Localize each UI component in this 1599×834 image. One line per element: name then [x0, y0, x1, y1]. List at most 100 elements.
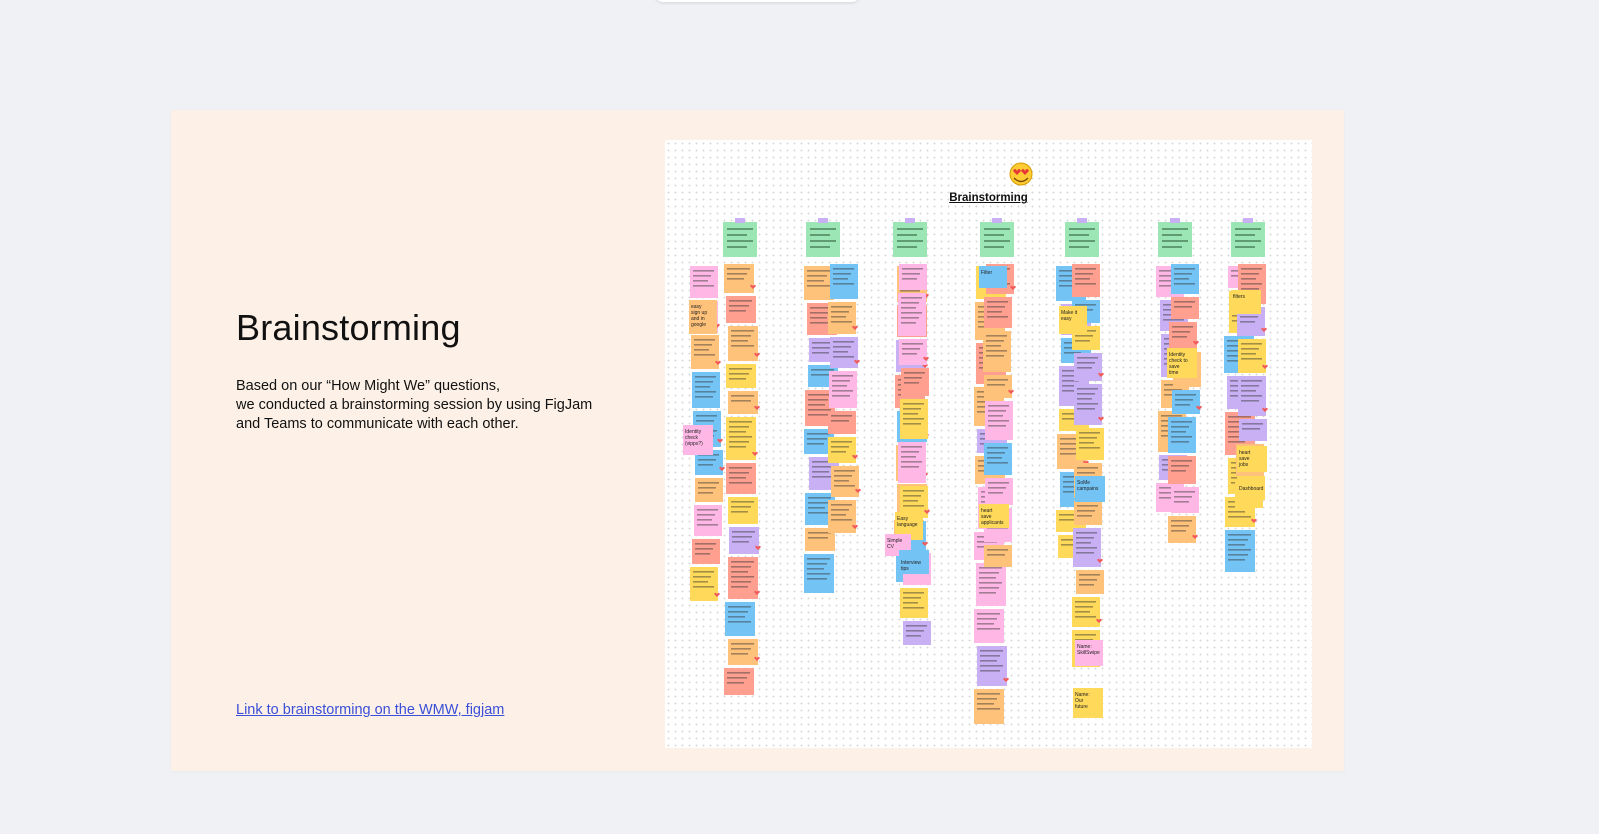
- sticky-text-line: [1241, 283, 1262, 285]
- sticky-note: [1074, 501, 1102, 525]
- sticky-text-line: [977, 698, 997, 700]
- sticky-text-line: [1241, 395, 1262, 397]
- sticky-text-line: [833, 278, 848, 280]
- sticky-text-line: [1228, 534, 1251, 536]
- sticky-text-line: [729, 431, 746, 433]
- sticky-text-line: [901, 312, 922, 314]
- sticky-text-line: [901, 456, 916, 458]
- question-tag: [1243, 218, 1253, 223]
- sticky-text-line: [1175, 404, 1190, 406]
- sticky-note: [1225, 530, 1255, 572]
- sticky-text-line: [808, 404, 825, 406]
- sticky-note-text: applicants: [981, 520, 1004, 526]
- sticky-text-line: [1171, 465, 1189, 467]
- figjam-link[interactable]: Link to brainstorming on the WMW, figjam: [236, 702, 504, 718]
- sticky-text-line: [807, 563, 827, 565]
- sticky-text-line: [901, 466, 919, 468]
- sticky-text-line: [831, 306, 852, 308]
- sticky-text-line: [906, 635, 921, 637]
- sticky-text-line: [903, 408, 921, 410]
- sticky-text-line: [988, 425, 1006, 427]
- sticky-text-line: [695, 381, 713, 383]
- sticky-text-line: [695, 386, 710, 388]
- sticky-text-line: [811, 369, 834, 371]
- sticky-text-line: [729, 373, 749, 375]
- sticky-text-line: [1171, 525, 1189, 527]
- sticky-text-line: [988, 415, 1003, 417]
- sticky-text-line: [832, 385, 847, 387]
- sticky-text-line: [1171, 421, 1192, 423]
- sticky-text-line: [900, 290, 920, 292]
- sticky-text-line: [977, 693, 1000, 695]
- sticky-note: [899, 264, 927, 290]
- sticky-text-line: [1228, 544, 1245, 546]
- sticky-text-line: [807, 573, 830, 575]
- description-line-2: we conducted a brainstorming session by …: [236, 397, 593, 413]
- sticky-text-line: [693, 571, 714, 573]
- sticky-text-line: [988, 492, 1003, 494]
- sticky-text-line: [1060, 448, 1077, 450]
- sticky-text-line: [1077, 472, 1095, 474]
- sticky-text-line: [1171, 436, 1192, 438]
- sticky-text-line: [903, 597, 921, 599]
- question-tag: [818, 218, 828, 223]
- sticky-text-line: [812, 352, 829, 354]
- sticky-text-line: [987, 447, 1008, 449]
- sticky-note: [898, 293, 926, 336]
- sticky-text-line: [698, 482, 719, 484]
- sticky-text-line: [728, 606, 751, 608]
- sticky-text-line: [731, 653, 748, 655]
- sticky-text-line: [727, 682, 744, 684]
- sticky-text-line: [1079, 579, 1097, 581]
- sticky-text-line: [1079, 574, 1100, 576]
- sticky-text-line: [987, 384, 1005, 386]
- sticky-text-line: [732, 536, 752, 538]
- sticky-note-text: time: [1169, 370, 1179, 376]
- sticky-note-text: Filter: [981, 270, 992, 276]
- sticky-text-line: [808, 532, 831, 534]
- sticky-text-line: [731, 340, 748, 342]
- question-text-line: [1069, 240, 1095, 242]
- sticky-text-line: [808, 394, 831, 396]
- sticky-text-line: [977, 613, 1000, 615]
- sticky-text-line: [1077, 388, 1098, 390]
- sticky-text-line: [727, 268, 750, 270]
- sticky-text-line: [986, 335, 1007, 337]
- sticky-text-line: [731, 395, 754, 397]
- sticky-text-line: [988, 405, 1009, 407]
- sticky-text-line: [728, 611, 748, 613]
- sticky-note-text: google: [691, 322, 706, 328]
- sticky-text-line: [831, 420, 849, 422]
- sticky-text-line: [906, 630, 924, 632]
- sticky-text-line: [1174, 501, 1189, 503]
- question-text-line: [984, 234, 1004, 236]
- sticky-text-line: [729, 441, 749, 443]
- sticky-text-line: [1171, 530, 1186, 532]
- sticky-text-line: [980, 660, 997, 662]
- sticky-text-line: [832, 390, 853, 392]
- sticky-text-line: [1174, 496, 1192, 498]
- sticky-text-line: [696, 420, 714, 422]
- sticky-text-line: [901, 322, 916, 324]
- sticky-note: [1172, 390, 1200, 414]
- sticky-text-line: [986, 355, 1004, 357]
- sticky-text-line: [812, 471, 829, 473]
- sticky-text-line: [808, 409, 831, 411]
- sticky-text-line: [1075, 611, 1090, 613]
- sticky-text-line: [1228, 554, 1248, 556]
- question-tag: [992, 218, 1002, 223]
- sticky-text-line: [901, 307, 916, 309]
- sticky-text-line: [1075, 606, 1093, 608]
- sticky-text-line: [731, 400, 751, 402]
- sticky-text-line: [903, 490, 924, 492]
- sticky-text-line: [979, 587, 999, 589]
- description-line-3: and Teams to communicate with each other…: [236, 416, 519, 432]
- sticky-text-line: [1075, 304, 1096, 306]
- sticky-text-line: [834, 475, 852, 477]
- sticky-text-line: [808, 537, 828, 539]
- question-sticky-note: [980, 222, 1014, 257]
- sticky-text-line: [808, 512, 831, 514]
- sticky-text-line: [1077, 398, 1092, 400]
- sticky-text-line: [1228, 441, 1245, 443]
- question-text-line: [897, 246, 917, 248]
